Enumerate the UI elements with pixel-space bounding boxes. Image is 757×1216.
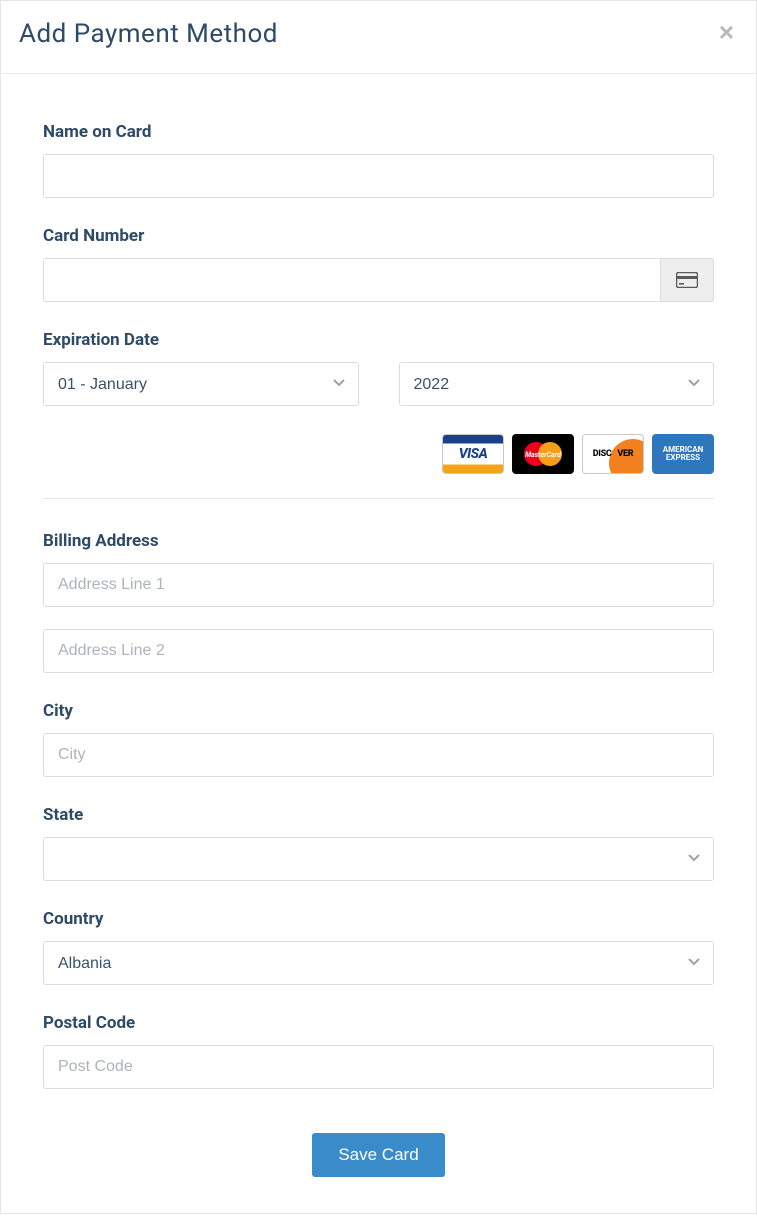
name-on-card-label: Name on Card xyxy=(43,122,714,142)
discover-icon: DISCOVER xyxy=(582,434,644,474)
billing-address-label: Billing Address xyxy=(43,531,714,551)
country-select[interactable]: Albania xyxy=(43,941,714,985)
state-select-wrap xyxy=(43,837,714,881)
card-brand-logos: VISA MasterCard DISCOVER AMERICANEXPRESS xyxy=(43,434,714,474)
card-number-group: Card Number xyxy=(43,226,714,302)
credit-card-icon xyxy=(676,272,698,288)
city-label: City xyxy=(43,701,714,721)
address-line1-input[interactable] xyxy=(43,563,714,607)
exp-year-select[interactable]: 2022 xyxy=(399,362,715,406)
visa-icon: VISA xyxy=(442,434,504,474)
modal-footer: Save Card xyxy=(43,1127,714,1177)
state-group: State xyxy=(43,805,714,881)
name-on-card-group: Name on Card xyxy=(43,122,714,198)
modal-body: Name on Card Card Number Expiration Date xyxy=(1,74,756,1213)
exp-year-select-wrap: 2022 xyxy=(399,362,715,406)
country-label: Country xyxy=(43,909,714,929)
credit-card-icon-addon xyxy=(660,258,714,302)
save-card-button[interactable]: Save Card xyxy=(312,1133,444,1177)
postal-code-label: Postal Code xyxy=(43,1013,714,1033)
svg-text:MasterCard: MasterCard xyxy=(525,451,562,459)
country-group: Country Albania xyxy=(43,909,714,985)
state-select[interactable] xyxy=(43,837,714,881)
modal-header: Add Payment Method × xyxy=(1,1,756,74)
postal-code-group: Postal Code xyxy=(43,1013,714,1089)
name-on-card-input[interactable] xyxy=(43,154,714,198)
address-line2-input[interactable] xyxy=(43,629,714,673)
mastercard-icon: MasterCard xyxy=(512,434,574,474)
postal-code-input[interactable] xyxy=(43,1045,714,1089)
close-button[interactable]: × xyxy=(715,19,738,45)
exp-month-select[interactable]: 01 - January xyxy=(43,362,359,406)
close-icon: × xyxy=(719,17,734,47)
city-group: City xyxy=(43,701,714,777)
card-number-input-wrap xyxy=(43,258,714,302)
section-divider xyxy=(43,498,714,499)
add-payment-method-modal: Add Payment Method × Name on Card Card N… xyxy=(0,0,757,1214)
modal-title: Add Payment Method xyxy=(19,19,278,49)
state-label: State xyxy=(43,805,714,825)
exp-month-select-wrap: 01 - January xyxy=(43,362,359,406)
country-select-wrap: Albania xyxy=(43,941,714,985)
expiration-row: 01 - January 2022 xyxy=(43,362,714,406)
card-number-label: Card Number xyxy=(43,226,714,246)
city-input[interactable] xyxy=(43,733,714,777)
expiration-label: Expiration Date xyxy=(43,330,714,350)
amex-icon: AMERICANEXPRESS xyxy=(652,434,714,474)
card-number-input[interactable] xyxy=(43,258,660,302)
billing-address-group: Billing Address xyxy=(43,531,714,673)
expiration-group: Expiration Date 01 - January 2022 xyxy=(43,330,714,474)
